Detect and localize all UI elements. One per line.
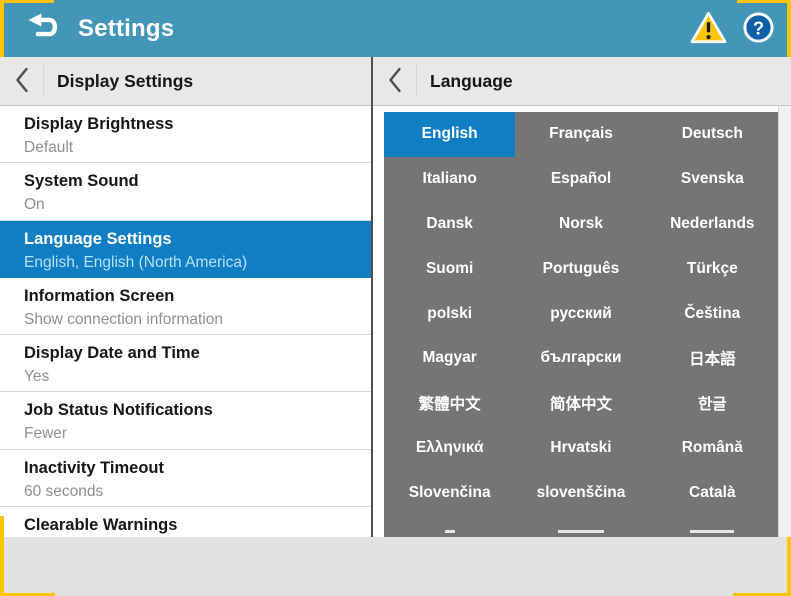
setting-value: 60 seconds [24,480,361,504]
language-option[interactable]: Norsk [515,202,646,247]
language-option[interactable]: Dansk [384,202,515,247]
svg-text:?: ? [753,17,764,38]
language-option[interactable]: Ελληνικά [384,426,515,471]
language-grid: EnglishFrançaisDeutsch ItalianoEspañolSve… [384,112,778,537]
settings-list-item[interactable]: Job Status NotificationsFewer [0,392,371,449]
left-pane-title: Display Settings [57,71,193,92]
language-option[interactable]: български [515,336,646,381]
crop-marker-bottom-right [787,537,791,596]
language-header: Language [373,57,791,106]
setting-label: Display Date and Time [24,341,361,365]
language-option[interactable]: polski [384,291,515,336]
language-option[interactable]: Hrvatski [515,426,646,471]
language-option[interactable]: Nederlands [647,202,778,247]
settings-list-item[interactable]: Display Date and TimeYes [0,335,371,392]
language-option[interactable]: Français [515,112,646,157]
setting-value: Yes [24,365,361,389]
scrollbar-track[interactable] [778,106,791,537]
header-separator [43,65,44,97]
language-option-partial[interactable] [647,515,778,537]
header-separator [416,65,417,97]
language-option[interactable]: Magyar [384,336,515,381]
setting-label: Information Screen [24,284,361,308]
settings-list-item[interactable]: Information ScreenShow connection inform… [0,278,371,335]
setting-value: Default [24,136,361,160]
setting-label: Clearable Warnings [24,513,361,537]
language-option-partial[interactable] [515,515,646,537]
language-option[interactable]: Català [647,470,778,515]
language-option[interactable]: русский [515,291,646,336]
help-button[interactable]: ? [742,11,775,47]
language-option[interactable]: 한글 [647,381,778,426]
language-option[interactable]: 简体中文 [515,381,646,426]
setting-value: English, English (North America) [24,251,361,275]
language-option[interactable]: slovenščina [515,470,646,515]
display-settings-back-chevron[interactable] [0,57,43,105]
language-option[interactable]: Čeština [647,291,778,336]
setting-value: Show connection information [24,308,361,332]
language-option[interactable]: Español [515,157,646,202]
help-icon: ? [742,11,775,47]
pane-divider [371,57,373,537]
crop-marker-top-right [787,0,791,57]
setting-label: Display Brightness [24,112,361,136]
language-option[interactable]: Svenska [647,157,778,202]
crop-marker-bottom-left [0,516,4,596]
setting-value: On [24,193,361,217]
right-pane-title: Language [430,71,513,92]
setting-label: Language Settings [24,227,361,251]
settings-screen: Settings ? [0,0,791,596]
setting-value: Fewer [24,422,361,446]
topbar: Settings ? [0,0,791,57]
warning-triangle-icon [690,11,727,47]
language-option[interactable]: 日本語 [647,336,778,381]
crop-marker-top-left [0,0,4,57]
language-option-partial[interactable] [384,515,515,537]
settings-list-item[interactable]: Display BrightnessDefault [0,106,371,163]
topbar-status-icons: ? [690,0,775,57]
settings-list: Display BrightnessDefaultSystem SoundOnL… [0,106,371,537]
settings-list-item[interactable]: Clearable Warnings [0,507,371,537]
language-option[interactable]: Suomi [384,246,515,291]
setting-label: Inactivity Timeout [24,456,361,480]
page-title: Settings [78,15,174,43]
settings-list-item[interactable]: Inactivity Timeout60 seconds [0,450,371,507]
back-button[interactable] [20,9,68,49]
language-option[interactable]: English [384,112,515,157]
language-option[interactable]: Italiano [384,157,515,202]
bottom-bar [0,537,791,596]
language-back-chevron[interactable] [373,57,416,105]
language-panel: EnglishFrançaisDeutsch ItalianoEspañolSve… [384,112,778,537]
crop-marker-top-right [737,0,791,3]
warning-button[interactable] [690,11,727,47]
language-option[interactable]: Slovenčina [384,470,515,515]
language-option[interactable]: Română [647,426,778,471]
chevron-left-icon [15,67,29,96]
setting-label: System Sound [24,169,361,193]
chevron-left-icon [388,67,402,96]
settings-list-item[interactable]: System SoundOn [0,163,371,220]
language-option[interactable]: Deutsch [647,112,778,157]
setting-label: Job Status Notifications [24,398,361,422]
language-option[interactable]: Türkçe [647,246,778,291]
language-option[interactable]: 繁體中文 [384,381,515,426]
settings-list-item[interactable]: Language SettingsEnglish, English (North… [0,221,371,278]
language-option[interactable]: Português [515,246,646,291]
crop-marker-top-left [0,0,54,3]
back-arrow-icon [24,12,64,45]
display-settings-header: Display Settings [0,57,371,106]
